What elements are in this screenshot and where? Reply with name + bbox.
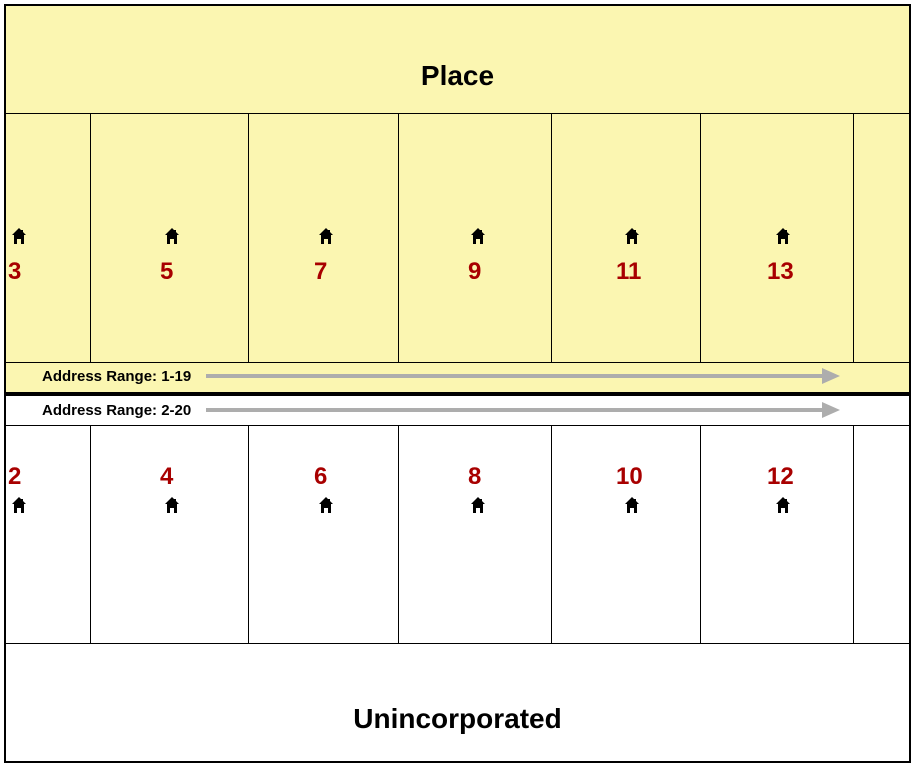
house-icon	[625, 228, 639, 244]
unincorporated-lot-separator	[853, 425, 854, 643]
house-icon	[625, 497, 639, 513]
unincorporated-lot-separator	[551, 425, 552, 643]
unincorporated-lot-bottom-line	[6, 643, 909, 644]
direction-arrow-head-icon	[822, 368, 840, 384]
unincorporated-lot-top-line	[6, 425, 909, 426]
direction-arrow-line	[206, 408, 826, 412]
house-icon	[776, 497, 790, 513]
address-number: 7	[314, 258, 327, 286]
address-number: 10	[616, 463, 643, 491]
unincorporated-lot-separator	[90, 425, 91, 643]
address-number: 2	[8, 463, 21, 491]
unincorporated-lot-separator	[248, 425, 249, 643]
house-icon	[471, 228, 485, 244]
street-centerline	[6, 392, 909, 396]
diagram-page: Place 3 5 7 9 11 13 Address Range: 1-19 Un…	[0, 0, 915, 767]
unincorporated-address-range-label: Address Range: 2-20	[42, 402, 191, 419]
place-title: Place	[6, 60, 909, 92]
house-icon	[165, 497, 179, 513]
place-lot-separator	[248, 113, 249, 362]
house-icon	[471, 497, 485, 513]
place-lot-top-line	[6, 113, 909, 114]
house-icon	[165, 228, 179, 244]
address-number: 4	[160, 463, 173, 491]
place-address-range-label: Address Range: 1-19	[42, 368, 191, 385]
house-icon	[776, 228, 790, 244]
place-lot-separator	[853, 113, 854, 362]
address-number: 9	[468, 258, 481, 286]
unincorporated-title: Unincorporated	[6, 703, 909, 735]
diagram-frame: Place 3 5 7 9 11 13 Address Range: 1-19 Un…	[4, 4, 911, 763]
house-icon	[319, 497, 333, 513]
house-icon	[12, 228, 26, 244]
place-lot-separator	[551, 113, 552, 362]
unincorporated-lot-separator	[700, 425, 701, 643]
house-icon	[319, 228, 333, 244]
place-lot-separator	[700, 113, 701, 362]
place-lot-bottom-line	[6, 362, 909, 363]
address-number: 6	[314, 463, 327, 491]
address-number: 12	[767, 463, 794, 491]
address-number: 3	[8, 258, 21, 286]
direction-arrow-head-icon	[822, 402, 840, 418]
place-lot-separator	[90, 113, 91, 362]
unincorporated-lot-separator	[398, 425, 399, 643]
address-number: 13	[767, 258, 794, 286]
address-number: 11	[616, 258, 641, 286]
address-number: 5	[160, 258, 173, 286]
house-icon	[12, 497, 26, 513]
direction-arrow-line	[206, 374, 826, 378]
address-number: 8	[468, 463, 481, 491]
place-lot-separator	[398, 113, 399, 362]
